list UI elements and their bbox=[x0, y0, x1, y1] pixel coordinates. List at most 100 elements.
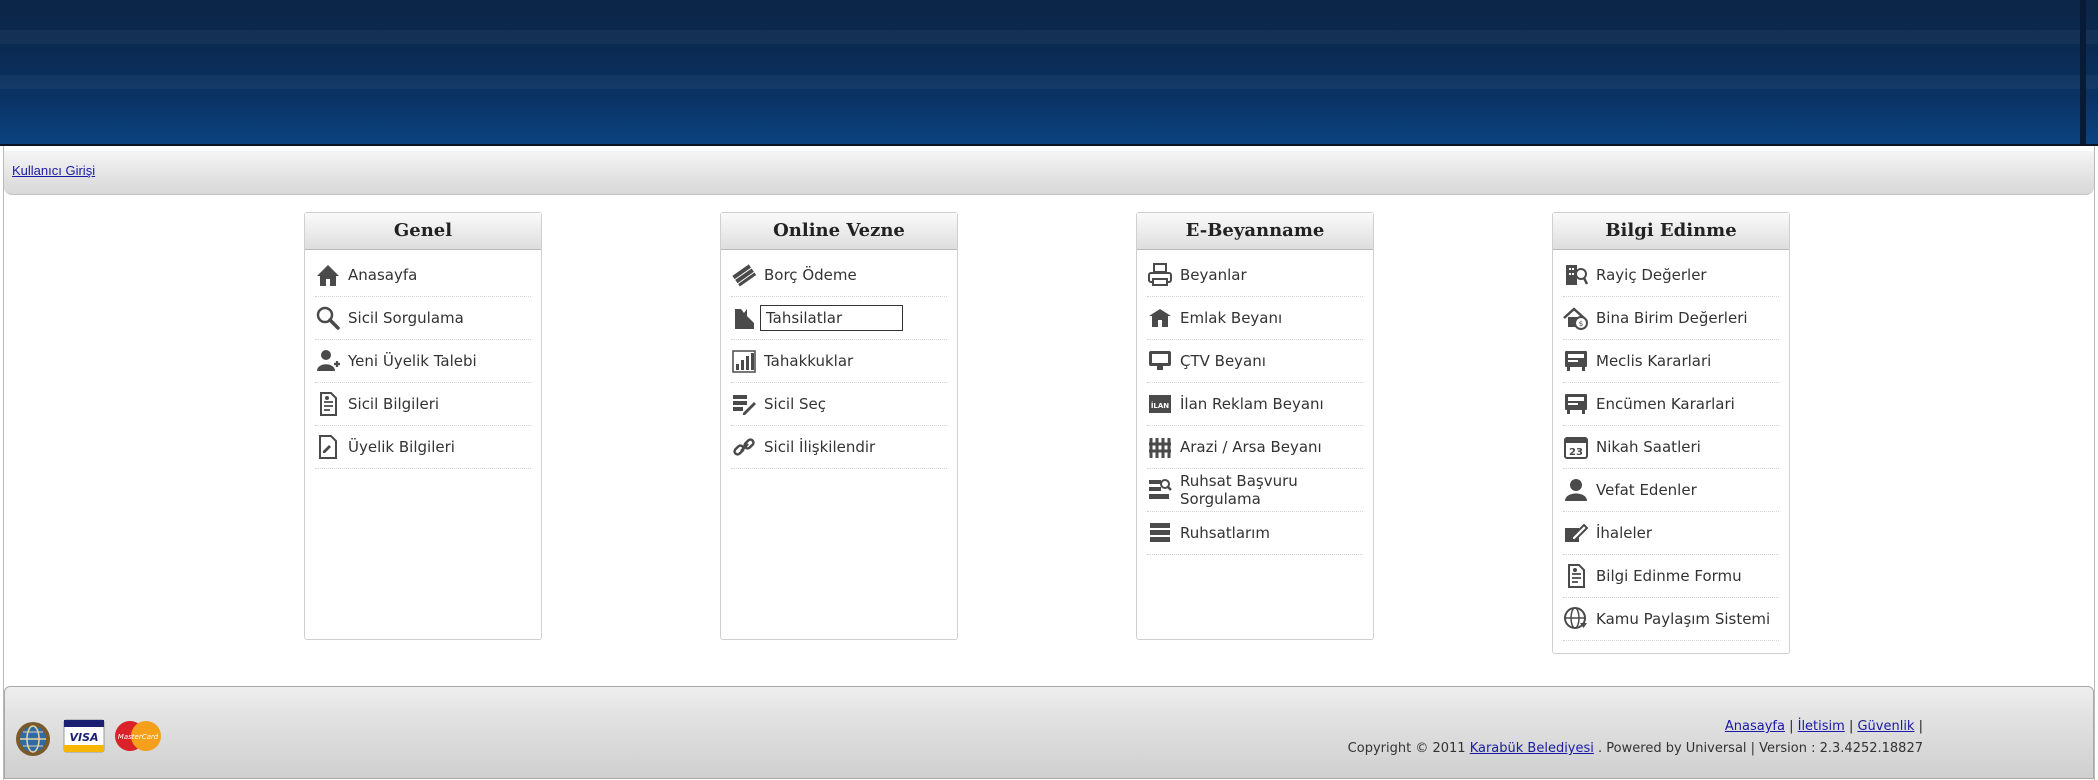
copyright-text: Copyright © 2011 bbox=[1347, 741, 1466, 756]
edit-icon bbox=[1563, 520, 1589, 546]
council-icon bbox=[1563, 391, 1589, 417]
visa-card-icon: VISA bbox=[63, 719, 105, 753]
menu-item-tahakkuklar[interactable]: Tahakkuklar bbox=[731, 340, 947, 383]
svg-text:MasterCard: MasterCard bbox=[118, 733, 159, 741]
menu-item-meclis-kararlari[interactable]: Meclis Kararlari bbox=[1563, 340, 1779, 383]
bar-chart-icon bbox=[731, 348, 757, 374]
menu-list: Beyanlar Emlak Beyanı ÇTV Beyanı İLAN İlan R… bbox=[1137, 250, 1373, 555]
money-icon bbox=[731, 262, 757, 288]
menu-item-label: Encümen Kararlari bbox=[1596, 395, 1735, 413]
menu-item-beyanlar[interactable]: Beyanlar bbox=[1147, 254, 1363, 297]
menu-item-label: Borç Ödeme bbox=[764, 266, 857, 284]
menu-item-i-lan-reklam-beyan[interactable]: İLAN İlan Reklam Beyanı bbox=[1147, 383, 1363, 426]
page-pen-icon bbox=[315, 434, 341, 460]
receipt-icon bbox=[731, 305, 757, 331]
menu-item-label: Sicil Bilgileri bbox=[348, 395, 440, 413]
menu-item-label: İlan Reklam Beyanı bbox=[1180, 395, 1324, 413]
form-icon bbox=[1563, 563, 1589, 589]
menu-item-bor-deme[interactable]: Borç Ödeme bbox=[731, 254, 947, 297]
menu-item-sicil-bilgileri[interactable]: Sicil Bilgileri bbox=[315, 383, 531, 426]
menu-item-kamu-payla-m-sistemi[interactable]: Kamu Paylaşım Sistemi bbox=[1563, 598, 1779, 641]
menu-item-yeni-yelik-talebi[interactable]: Yeni Üyelik Talebi bbox=[315, 340, 531, 383]
menu-item-label: İhaleler bbox=[1596, 524, 1653, 542]
menu-item-emlak-beyan[interactable]: Emlak Beyanı bbox=[1147, 297, 1363, 340]
menu-item-label: Anasayfa bbox=[348, 266, 418, 284]
search-list-icon bbox=[1147, 477, 1173, 503]
ilan-icon: İLAN bbox=[1147, 391, 1173, 417]
menu-item-label: Meclis Kararlari bbox=[1596, 352, 1712, 370]
menu-item-label: Tahsilatlar bbox=[760, 305, 904, 331]
powered-by-text: . Powered by Universal | Version : 2.3.4… bbox=[1598, 741, 1923, 756]
panel-bilgi-edinme: Bilgi Edinme Rayiç Değerler $ Bina Birim D… bbox=[1552, 212, 1790, 654]
menu-item-label: Nikah Saatleri bbox=[1596, 438, 1701, 456]
home-icon bbox=[315, 262, 341, 288]
menu-item-label: Arazi / Arsa Beyanı bbox=[1180, 438, 1322, 456]
menu-item-i-haleler[interactable]: İhaleler bbox=[1563, 512, 1779, 555]
building-search-icon bbox=[1563, 262, 1589, 288]
menu-item-bina-birim-de-erleri[interactable]: $ Bina Birim Değerleri bbox=[1563, 297, 1779, 340]
menu-item-label: Tahakkuklar bbox=[764, 352, 854, 370]
globe-icon bbox=[1563, 606, 1589, 632]
add-user-icon bbox=[315, 348, 341, 374]
footer-link-guvenlik[interactable]: Güvenlik bbox=[1857, 719, 1914, 734]
menu-item-sicil-sorgulama[interactable]: Sicil Sorgulama bbox=[315, 297, 531, 340]
login-link[interactable]: Kullanıcı Girişi bbox=[12, 163, 95, 178]
stack-icon bbox=[1147, 520, 1173, 546]
menu-item-anasayfa[interactable]: Anasayfa bbox=[315, 254, 531, 297]
menu-item-sicil-i-li-kilendir[interactable]: Sicil İlişkilendir bbox=[731, 426, 947, 469]
menu-item-label: Kamu Paylaşım Sistemi bbox=[1596, 610, 1771, 628]
footer-link-iletisim[interactable]: İletisim bbox=[1798, 719, 1845, 734]
banner-band bbox=[0, 30, 2098, 44]
svg-text:23: 23 bbox=[1569, 447, 1583, 458]
panel-title: E-Beyanname bbox=[1137, 213, 1373, 250]
menu-item-label: Bilgi Edinme Formu bbox=[1596, 567, 1742, 585]
svg-text:VISA: VISA bbox=[69, 731, 98, 744]
menu-list: Borç Ödeme Tahsilatlar Tahakkuklar Sicil Se… bbox=[721, 250, 957, 469]
menu-item-label: Yeni Üyelik Talebi bbox=[348, 352, 477, 370]
footer-links: Anasayfa | İletisim | Güvenlik | bbox=[1724, 719, 1923, 734]
menu-item-sicil-se[interactable]: Sicil Seç bbox=[731, 383, 947, 426]
menu-item-label: Sicil Seç bbox=[764, 395, 827, 413]
fence-icon bbox=[1147, 434, 1173, 460]
panel-online-vezne: Online Vezne Borç Ödeme Tahsilatlar Tahakk… bbox=[720, 212, 958, 640]
menu-item-bilgi-edinme-formu[interactable]: Bilgi Edinme Formu bbox=[1563, 555, 1779, 598]
mastercard-icon: MasterCard bbox=[115, 721, 161, 751]
login-bar: Kullanıcı Girişi bbox=[4, 151, 2094, 195]
municipality-link[interactable]: Karabük Belediyesi bbox=[1470, 741, 1594, 756]
panel-title: Bilgi Edinme bbox=[1553, 213, 1789, 250]
banner-band bbox=[0, 75, 2098, 89]
panel-genel: Genel Anasayfa Sicil Sorgulama Yeni Üyelik… bbox=[304, 212, 542, 640]
svg-text:İLAN: İLAN bbox=[1151, 401, 1169, 410]
link-icon bbox=[731, 434, 757, 460]
menu-item-ruhsatlar-m[interactable]: Ruhsatlarım bbox=[1147, 512, 1363, 555]
menu-list: Anasayfa Sicil Sorgulama Yeni Üyelik Taleb… bbox=[305, 250, 541, 469]
menu-item-ruhsat-ba-vuru-sorgulama[interactable]: Ruhsat Başvuru Sorgulama bbox=[1147, 469, 1363, 512]
menu-item-label: Beyanlar bbox=[1180, 266, 1247, 284]
menu-item-label: Vefat Edenler bbox=[1596, 481, 1697, 499]
menu-item-tv-beyan[interactable]: ÇTV Beyanı bbox=[1147, 340, 1363, 383]
house-coin-icon: $ bbox=[1563, 305, 1589, 331]
council-icon bbox=[1563, 348, 1589, 374]
footer-link-anasayfa[interactable]: Anasayfa bbox=[1725, 719, 1785, 734]
menu-item-rayi-de-erler[interactable]: Rayiç Değerler bbox=[1563, 254, 1779, 297]
copyright: Copyright © 2011 Karabük Belediyesi . Po… bbox=[1348, 741, 1923, 756]
person-icon bbox=[1563, 477, 1589, 503]
magnifier-icon bbox=[315, 305, 341, 331]
menu-item-nikah-saatleri[interactable]: 23 Nikah Saatleri bbox=[1563, 426, 1779, 469]
menu-item-tahsilatlar[interactable]: Tahsilatlar bbox=[731, 297, 947, 340]
panel-title: Online Vezne bbox=[721, 213, 957, 250]
menu-item-label: Rayiç Değerler bbox=[1596, 266, 1707, 284]
header-banner bbox=[0, 0, 2098, 146]
menu-item-label: ÇTV Beyanı bbox=[1180, 352, 1266, 370]
menu-item-arazi-arsa-beyan[interactable]: Arazi / Arsa Beyanı bbox=[1147, 426, 1363, 469]
menu-item-yelik-bilgileri[interactable]: Üyelik Bilgileri bbox=[315, 426, 531, 469]
menu-item-label: Sicil İlişkilendir bbox=[764, 438, 876, 456]
menu-item-label: Emlak Beyanı bbox=[1180, 309, 1283, 327]
menu-item-vefat-edenler[interactable]: Vefat Edenler bbox=[1563, 469, 1779, 512]
footer: VISA MasterCard Anasayfa | İletisim | Gü… bbox=[4, 686, 2094, 779]
house-icon bbox=[1147, 305, 1173, 331]
menu-item-label: Üyelik Bilgileri bbox=[348, 438, 455, 456]
menu-list: Rayiç Değerler $ Bina Birim Değerleri Mecli… bbox=[1553, 250, 1789, 641]
menu-item-enc-men-kararlari[interactable]: Encümen Kararlari bbox=[1563, 383, 1779, 426]
printer-icon bbox=[1147, 262, 1173, 288]
